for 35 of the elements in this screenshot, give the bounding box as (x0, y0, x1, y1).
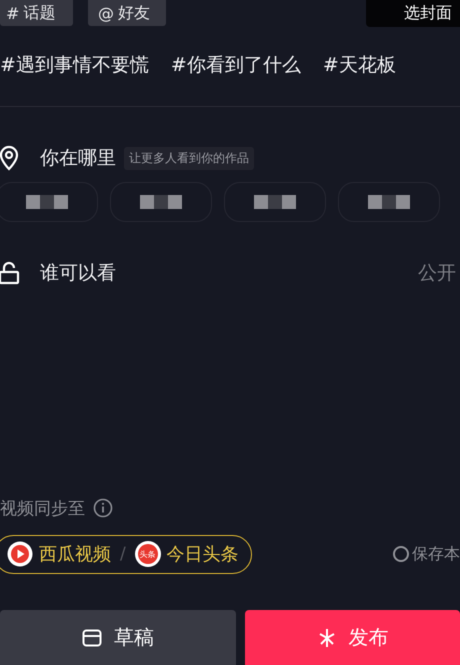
cover-button[interactable]: 选封面 (366, 0, 460, 27)
visibility-label[interactable]: 谁可以看 (40, 260, 116, 286)
location-chip[interactable] (0, 182, 98, 222)
redacted-drawing (368, 195, 410, 209)
insert-button[interactable]: # 话题 (0, 0, 73, 26)
visibility-value[interactable]: 公开 (418, 260, 456, 286)
separator-slash: / (120, 544, 126, 564)
sparkle-icon (316, 628, 336, 648)
redacted-drawing (26, 195, 68, 209)
sync-targets-pill[interactable]: 西瓜视频 / 头条 今日头条 (0, 534, 252, 574)
location-chip[interactable] (224, 182, 326, 222)
insert-button[interactable]: @ 好友 (88, 0, 166, 26)
hashtag[interactable]: #天花板 (322, 52, 396, 78)
unlocked-padlock-icon (0, 261, 20, 285)
location-chip[interactable] (338, 182, 440, 222)
sync-target-name: 今日头条 (166, 543, 239, 566)
location-hint: 让更多人看到你的作品 (124, 146, 254, 170)
hashtag[interactable]: #你看到了什么 (170, 52, 301, 78)
hashtag[interactable]: #遇到事情不要慌 (0, 52, 149, 78)
draft-button[interactable]: 草稿 (0, 610, 236, 665)
save-local-option[interactable]: 保存本 (393, 544, 460, 564)
sync-target-name: 西瓜视频 (39, 543, 111, 566)
location-pin-icon (0, 145, 20, 171)
news-logo-icon: 头条 (134, 541, 161, 567)
redacted-drawing (140, 195, 182, 209)
save-local-label: 保存本 (412, 544, 460, 564)
radio-button[interactable] (393, 546, 409, 562)
location-chip[interactable] (110, 182, 212, 222)
location-label[interactable]: 你在哪里 (40, 145, 116, 171)
redacted-drawing (254, 195, 296, 209)
draft-box-icon (82, 628, 102, 646)
sync-label: 视频同步至 (0, 498, 85, 520)
info-icon (93, 498, 113, 518)
play-logo-icon (7, 541, 33, 567)
publish-button[interactable]: 发布 (245, 610, 460, 665)
